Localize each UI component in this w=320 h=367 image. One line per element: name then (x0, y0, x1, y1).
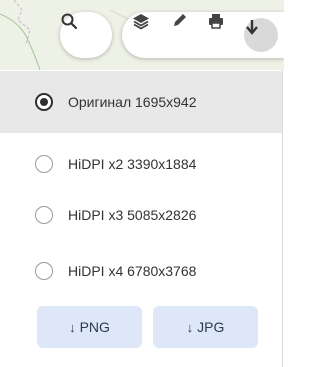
panel-border (282, 70, 283, 367)
option-hidpi-x4[interactable]: HiDPI x4 6780x3768 (0, 240, 282, 302)
layers-button[interactable] (132, 12, 162, 58)
draw-button[interactable] (172, 12, 202, 58)
radio-hidpi-x4[interactable] (35, 262, 53, 280)
option-label: HiDPI x3 5085x2826 (68, 207, 197, 223)
radio-original[interactable] (35, 93, 53, 111)
option-label: HiDPI x4 6780x3768 (68, 263, 197, 279)
option-label: Оригинал 1695x942 (68, 94, 197, 110)
layers-icon (133, 14, 149, 30)
option-hidpi-x3[interactable]: HiDPI x3 5085x2826 (0, 184, 282, 246)
map-background[interactable] (0, 0, 284, 70)
download-jpg-label: JPG (197, 319, 225, 335)
download-jpg-button[interactable]: ↓ JPG (153, 306, 258, 348)
download-button[interactable] (244, 18, 278, 52)
radio-hidpi-x3[interactable] (35, 206, 53, 224)
download-png-button[interactable]: ↓ PNG (37, 306, 142, 348)
search-button[interactable] (60, 12, 112, 58)
pencil-icon (174, 14, 186, 26)
arrow-down-icon: ↓ (186, 319, 194, 335)
map-toolbar (122, 12, 284, 58)
print-button[interactable] (207, 12, 237, 58)
radio-hidpi-x2[interactable] (35, 155, 53, 173)
download-icon (246, 20, 258, 35)
search-icon (61, 13, 78, 30)
option-label: HiDPI x2 3390x1884 (68, 156, 197, 172)
option-original[interactable]: Оригинал 1695x942 (0, 71, 282, 133)
print-icon (209, 14, 223, 29)
download-panel: Оригинал 1695x942 HiDPI x2 3390x1884 HiD… (0, 0, 284, 367)
download-png-label: PNG (79, 319, 110, 335)
arrow-down-icon: ↓ (69, 319, 76, 335)
